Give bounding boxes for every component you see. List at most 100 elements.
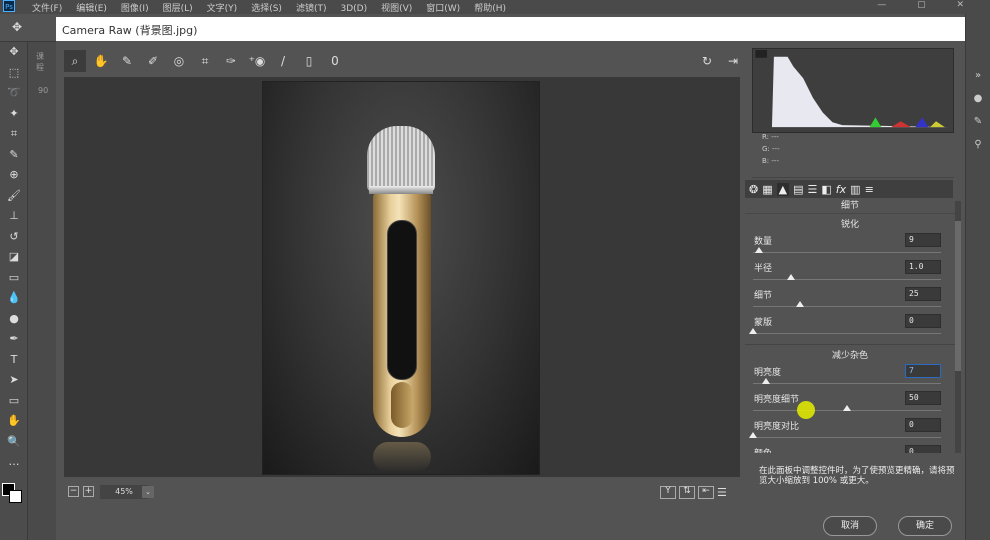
menu-select[interactable]: 选择(S) — [251, 1, 282, 14]
menu-layer[interactable]: 图层(L) — [163, 1, 193, 14]
slider-value-input[interactable]: 0 — [905, 418, 941, 432]
copy-settings-icon[interactable]: ⇤ — [698, 486, 714, 499]
open-preferences-icon[interactable]: ⇥ — [722, 50, 744, 72]
dodge-tool-icon[interactable]: ● — [0, 309, 28, 330]
slider-thumb[interactable] — [796, 301, 804, 307]
slider-track[interactable] — [753, 306, 941, 307]
slider-row: 蒙版 0 — [745, 314, 955, 341]
menu-file[interactable]: 文件(F) — [32, 1, 62, 14]
cancel-button[interactable]: 取消 — [823, 516, 877, 536]
slider-track[interactable] — [753, 437, 941, 438]
healing-brush-icon[interactable]: ⊕ — [0, 165, 28, 186]
slider-value-input[interactable]: 1.0 — [905, 260, 941, 274]
menu-help[interactable]: 帮助(H) — [474, 1, 506, 14]
noise-reduction-heading: 减少杂色 — [831, 351, 868, 361]
lasso-tool-icon[interactable]: ➰ — [0, 83, 28, 104]
eraser-icon[interactable]: ◪ — [0, 247, 28, 268]
hand-tool-icon[interactable]: ✋ — [0, 411, 28, 432]
window-controls[interactable]: — ▢ ✕ — [877, 0, 978, 10]
light-icon[interactable]: ● — [966, 93, 990, 104]
tab-presets-icon[interactable]: ≡ — [865, 183, 874, 196]
menu-view[interactable]: 视图(V) — [381, 1, 412, 14]
slider-thumb[interactable] — [754, 247, 763, 253]
slider-value-input[interactable]: 0 — [905, 314, 941, 328]
slider-label: 数量 — [754, 237, 773, 247]
expand-panels-icon[interactable]: » — [966, 70, 990, 81]
hand-tool-icon[interactable]: ✋ — [90, 50, 112, 72]
red-eye-icon[interactable]: ⁺◉ — [246, 50, 268, 72]
document-tab[interactable]: 课程 — [28, 42, 56, 82]
slider-thumb[interactable] — [843, 405, 851, 411]
white-balance-icon[interactable]: ✎ — [116, 50, 138, 72]
tab-hsl-icon[interactable]: ▤ — [793, 183, 803, 196]
magic-wand-icon[interactable]: ✦ — [0, 104, 28, 125]
zoom-dropdown-chevron-icon[interactable]: ⌄ — [142, 486, 154, 498]
menu-3d[interactable]: 3D(D) — [340, 4, 367, 14]
rotate-icon[interactable]: ↻ — [696, 50, 718, 72]
shape-tool-icon[interactable]: ▭ — [0, 391, 28, 412]
eyedropper-icon[interactable]: ✎ — [0, 145, 28, 166]
zoom-level[interactable]: 45% — [100, 485, 148, 499]
more-tools-icon[interactable]: … — [0, 452, 28, 473]
history-brush-icon[interactable]: ↺ — [0, 227, 28, 248]
zoom-in-button[interactable]: + — [83, 486, 94, 497]
tab-fx-icon[interactable]: fx — [836, 183, 846, 196]
crop-icon[interactable]: ⌗ — [194, 50, 216, 72]
preferences-icon[interactable]: ☰ — [717, 486, 727, 499]
histogram-clip-warning — [755, 49, 768, 58]
color-swatches[interactable] — [0, 473, 27, 503]
panel-scrollbar[interactable] — [955, 201, 961, 453]
adjust-icon[interactable]: ⚲ — [966, 139, 990, 150]
stamp-tool-icon[interactable]: ⊥ — [0, 206, 28, 227]
blur-tool-icon[interactable]: 💧 — [0, 288, 28, 309]
slider-value-input[interactable]: 50 — [905, 391, 941, 405]
brush-panel-icon[interactable]: ✎ — [966, 116, 990, 127]
slider-track[interactable] — [753, 279, 941, 280]
adjustment-brush-icon[interactable]: / — [272, 50, 294, 72]
color-sampler-icon[interactable]: ✐ — [142, 50, 164, 72]
tab-basic-icon[interactable]: ❂ — [749, 183, 758, 196]
tab-detail-icon[interactable]: ▲ — [776, 182, 790, 196]
tab-calibration-icon[interactable]: ▥ — [850, 183, 860, 196]
slider-thumb[interactable] — [749, 328, 757, 334]
slider-track[interactable] — [753, 383, 941, 384]
pen-tool-icon[interactable]: ✒ — [0, 329, 28, 350]
slider-thumb[interactable] — [786, 274, 795, 280]
gradient-tool-icon[interactable]: ▭ — [0, 268, 28, 289]
menu-type[interactable]: 文字(Y) — [207, 1, 238, 14]
graduated-filter-icon[interactable]: ▯ — [298, 50, 320, 72]
slider-track[interactable] — [753, 333, 941, 334]
zoom-tool-icon[interactable]: 🔍 — [0, 432, 28, 453]
move-tool-icon[interactable]: ✥ — [0, 42, 28, 63]
path-select-icon[interactable]: ➤ — [0, 370, 28, 391]
before-after-view-button[interactable]: Y — [660, 486, 676, 499]
brush-tool-icon[interactable]: 🖌 — [0, 186, 28, 207]
microphone-ring — [369, 186, 433, 194]
crop-tool-icon[interactable]: ⌗ — [0, 124, 28, 145]
section-title: 细节 — [745, 198, 955, 214]
menu-window[interactable]: 窗口(W) — [426, 1, 460, 14]
radial-filter-icon[interactable]: 0 — [324, 50, 346, 72]
zoom-tool-icon[interactable]: ⌕ — [64, 50, 86, 72]
tab-lens-icon[interactable]: ◧ — [821, 183, 831, 196]
spot-removal-icon[interactable]: ✑ — [220, 50, 242, 72]
slider-value-input[interactable]: 25 — [905, 287, 941, 301]
slider-value-input[interactable]: 0 — [905, 445, 941, 453]
marquee-tool-icon[interactable]: ⬚ — [0, 63, 28, 84]
type-tool-icon[interactable]: T — [0, 350, 28, 371]
slider-thumb[interactable] — [762, 378, 771, 384]
tab-split-toning-icon[interactable]: ☰ — [808, 183, 818, 196]
menu-filter[interactable]: 滤镜(T) — [296, 1, 327, 14]
target-adjust-icon[interactable]: ◎ — [168, 50, 190, 72]
slider-value-input[interactable]: 7 — [905, 364, 941, 378]
slider-thumb[interactable] — [749, 432, 757, 438]
menu-image[interactable]: 图像(I) — [121, 1, 149, 14]
scrollbar-thumb[interactable] — [955, 221, 961, 371]
slider-value-input[interactable]: 9 — [905, 233, 941, 247]
zoom-out-button[interactable]: − — [68, 486, 79, 497]
tab-tone-curve-icon[interactable]: ▦ — [762, 183, 772, 196]
menu-edit[interactable]: 编辑(E) — [76, 1, 107, 14]
slider-track[interactable] — [753, 252, 941, 253]
swap-settings-icon[interactable]: ⇅ — [679, 486, 695, 499]
ok-button[interactable]: 确定 — [898, 516, 952, 536]
